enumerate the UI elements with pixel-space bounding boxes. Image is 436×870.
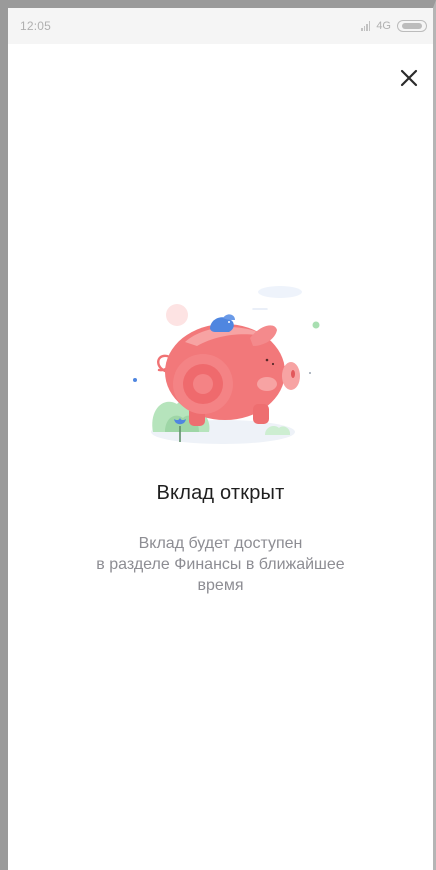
status-time: 12:05 [20,19,52,33]
pig-leg-front [253,404,269,424]
battery-level [402,23,422,29]
status-bar: 12:05 4G [8,8,433,44]
bird-eye [228,321,230,323]
description-line: в разделе Финансы в ближайшее [96,556,345,573]
green-dot [312,321,320,329]
description-line: время [197,577,244,594]
signal-icon [361,21,371,31]
pig-snout [282,362,300,390]
pig-eye [271,362,275,366]
page-title: Вклад открыт [156,482,285,504]
piggy-bank-illustration [133,286,320,444]
pig-cheek [257,377,277,391]
description-line: Вклад будет доступен [138,535,303,552]
network-type: 4G [376,20,391,32]
battery-icon [397,20,427,32]
status-indicators: 4G [361,20,427,32]
decor-blob [166,304,188,326]
pig-eye [265,358,269,362]
small-dot [309,372,311,374]
close-button[interactable] [394,63,424,93]
description-text: Вклад будет доступен в разделе Финансы в… [8,533,433,596]
pig-side-core [193,374,213,394]
cloud-shape [258,286,302,298]
pig-nostril [291,370,295,378]
close-icon [400,69,418,87]
blue-dot [133,378,137,382]
pig-ear [250,325,277,346]
